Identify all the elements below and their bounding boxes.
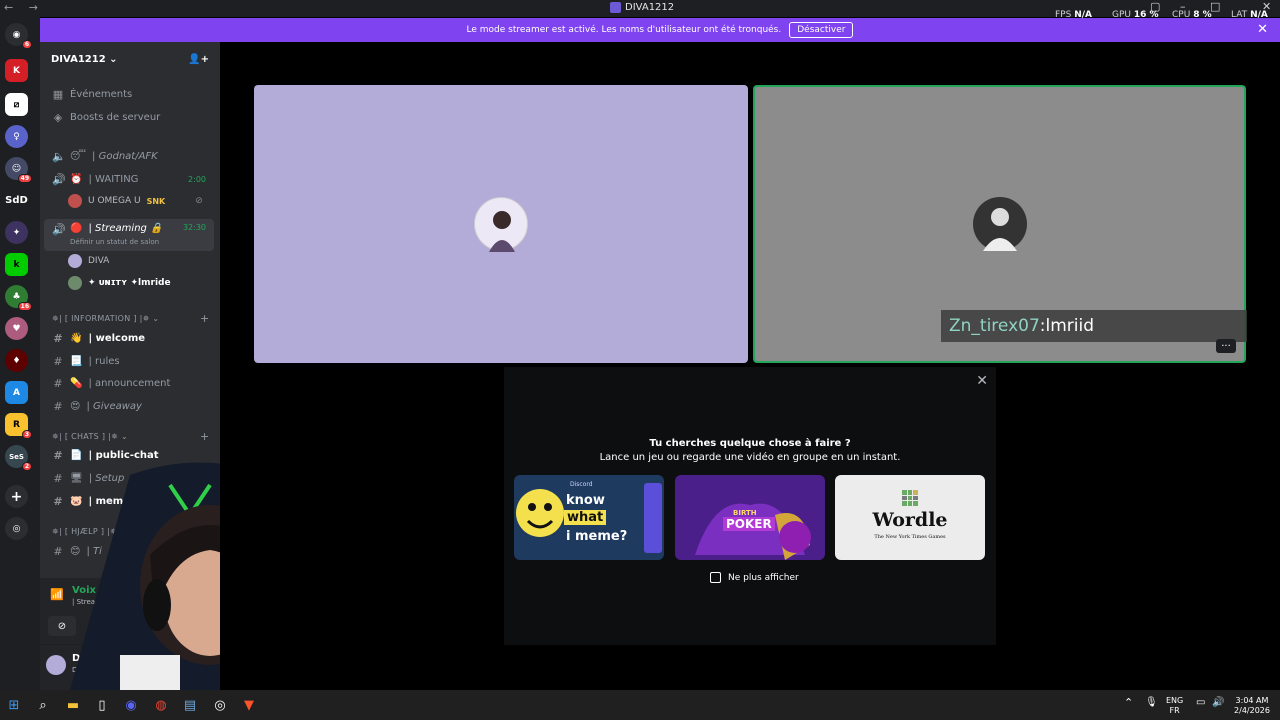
activity-subtitle: Lance un jeu ou regarde une vidéo en gro… bbox=[599, 452, 901, 463]
add-server-icon[interactable]: + bbox=[5, 485, 28, 508]
close-window-icon[interactable]: ✕ bbox=[1262, 0, 1271, 13]
streamer-mode-banner: Le mode streamer est activé. Les noms d'… bbox=[40, 18, 1280, 42]
inbox-icon[interactable]: ▢ bbox=[1150, 0, 1160, 13]
boost-icon: ◈ bbox=[53, 110, 63, 124]
events-link[interactable]: ▦ Événements bbox=[44, 84, 214, 104]
add-channel-icon[interactable]: + bbox=[200, 430, 210, 443]
channel-rules[interactable]: # 📃 | rules bbox=[44, 351, 214, 371]
video-tile-lmriid[interactable]: Zn_tirex07 : lmriid ··· bbox=[753, 85, 1247, 363]
clock[interactable]: 3:04 AM 2/4/2026 bbox=[1232, 696, 1272, 716]
minimize-icon[interactable]: – bbox=[1180, 0, 1186, 13]
speaker-icon: 🔈 bbox=[52, 149, 66, 163]
server-icon-red[interactable]: ♦ bbox=[5, 349, 28, 372]
activity-card-poker[interactable]: BIRTH POKER bbox=[675, 475, 825, 560]
windows-start-icon[interactable]: ⊞ bbox=[5, 696, 23, 714]
activity-shelf: ✕ Tu cherches quelque chose à faire ? La… bbox=[504, 367, 996, 645]
server-icon-a[interactable]: A bbox=[5, 381, 28, 404]
language-indicator[interactable]: ENG FR bbox=[1166, 696, 1183, 716]
activity-title: Tu cherches quelque chose à faire ? bbox=[649, 438, 851, 449]
disable-streamer-button[interactable]: Désactiver bbox=[789, 22, 854, 38]
server-icon-green[interactable]: ♣ 16 bbox=[5, 285, 32, 311]
boosts-link[interactable]: ◈ Boosts de serveur bbox=[44, 107, 214, 127]
hash-icon: # bbox=[53, 331, 63, 345]
server-icon-k[interactable]: K bbox=[5, 59, 28, 82]
volume-icon[interactable]: 🔊 bbox=[1212, 698, 1224, 708]
activity-card-wordle[interactable]: Wordle The New York Times Games bbox=[835, 475, 985, 560]
avatar bbox=[973, 197, 1027, 251]
taskbar: ⊞ ⌕ ▬ ▯ ◉ ◍ ▤ ◎ ▼ ⌃ 🎙 ENG FR ▭ 🔊 3:04 AM 2… bbox=[0, 690, 1280, 720]
brave-icon[interactable]: ▼ bbox=[240, 696, 258, 714]
file-explorer-icon[interactable]: ▬ bbox=[64, 696, 82, 714]
chevron-up-icon[interactable]: ⌃ bbox=[1124, 697, 1133, 708]
channel-giveaway[interactable]: # 😍 | Giveaway bbox=[44, 396, 214, 416]
calendar-icon: ▦ bbox=[52, 87, 64, 101]
server-icon-bars[interactable]: ⧄ bbox=[5, 93, 28, 116]
avatar bbox=[68, 194, 82, 208]
add-channel-icon[interactable]: + bbox=[200, 312, 210, 325]
category-information[interactable]: ✵| [ INFORMATION ] |✵ ⌄ + bbox=[52, 312, 209, 325]
speaker-active-icon: 🔊 bbox=[52, 223, 66, 236]
wordle-grid-icon bbox=[902, 490, 918, 506]
server-icon-sdd[interactable]: SdD bbox=[5, 189, 28, 212]
search-icon[interactable]: ⌕ bbox=[34, 696, 52, 714]
dont-show-again-checkbox[interactable]: Ne plus afficher bbox=[710, 572, 799, 583]
explore-icon[interactable]: ◎ bbox=[5, 517, 28, 540]
server-list: ◉ 6 K ⧄ ♀ ☺ 49 SdD ✦ k ♣ 16 ♥ ♦ A R3 SeS 2 +… bbox=[0, 17, 40, 690]
channel-status[interactable]: Définir un statut de salon bbox=[70, 238, 159, 246]
server-icon-ses[interactable]: SeS 2 bbox=[5, 445, 32, 471]
app-icon[interactable]: ▤ bbox=[181, 696, 199, 714]
muted-stream-icon: ⊘ bbox=[195, 196, 203, 206]
hash-icon: # bbox=[53, 399, 63, 413]
stream-nametag: Zn_tirex07 : lmriid bbox=[941, 310, 1247, 342]
hash-icon: # bbox=[53, 376, 63, 390]
stage-area: Zn_tirex07 : lmriid ··· ✕ Tu cherches qu… bbox=[220, 42, 1280, 690]
more-options-icon[interactable]: ··· bbox=[1216, 339, 1236, 353]
server-icon-girl[interactable]: ♥ bbox=[5, 317, 28, 340]
banner-text: Le mode streamer est activé. Les noms d'… bbox=[466, 25, 782, 35]
activity-card-know-what-i-meme[interactable]: Discord know what i meme? bbox=[514, 475, 664, 560]
channel-welcome[interactable]: # 👋 | welcome bbox=[44, 328, 214, 348]
chevron-down-icon: ⌄ bbox=[109, 53, 118, 65]
speaker-active-icon: 🔊 bbox=[52, 172, 66, 186]
invite-icon[interactable]: 👤+ bbox=[188, 54, 209, 65]
voice-user-lmride[interactable]: ✦ ᴜɴɪᴛʏ ✦lmride bbox=[68, 274, 171, 292]
voice-user-waiting[interactable]: ᑌ OMEGA ᑌ SNK ⊘ bbox=[68, 192, 203, 210]
channel-announcement[interactable]: # 💊 | announcement bbox=[44, 373, 214, 393]
title-bar: ← → DIVA1212 FPS N/A GPU 16 % CPU 8 % LA… bbox=[0, 0, 1280, 20]
avatar bbox=[68, 254, 82, 268]
chrome-icon[interactable]: ◍ bbox=[152, 696, 170, 714]
maximize-icon[interactable]: □ bbox=[1210, 0, 1220, 13]
discord-home-icon[interactable]: ◉ 6 bbox=[5, 23, 32, 49]
voice-user-diva[interactable]: DIVA bbox=[68, 252, 109, 270]
server-icon bbox=[610, 2, 621, 13]
server-icon-anime[interactable]: ☺ 49 bbox=[5, 157, 32, 183]
avatar bbox=[474, 197, 528, 252]
microphone-icon[interactable]: 🎙 bbox=[1145, 698, 1158, 708]
close-banner-icon[interactable]: ✕ bbox=[1257, 22, 1268, 37]
voice-channel-streaming[interactable]: 🔊 🔴 | Streaming 🔒 32:30 bbox=[44, 219, 214, 251]
obs-icon[interactable]: ◎ bbox=[211, 696, 229, 714]
close-icon[interactable]: ✕ bbox=[976, 373, 988, 389]
video-tile-diva[interactable] bbox=[254, 85, 748, 363]
avatar bbox=[68, 276, 82, 290]
server-icon-diva[interactable]: ♀ bbox=[5, 125, 28, 148]
server-header[interactable]: DIVA1212 ⌄ 👤+ bbox=[40, 42, 220, 76]
server-icon-kick[interactable]: k bbox=[5, 253, 28, 276]
category-chats[interactable]: ✵| [ CHATS ] |✵ ⌄ + bbox=[52, 430, 209, 443]
window-title: DIVA1212 bbox=[610, 2, 674, 13]
server-icon-group[interactable]: ✦ bbox=[5, 221, 28, 244]
checkbox-box[interactable] bbox=[710, 572, 721, 583]
server-icon-r[interactable]: R3 bbox=[5, 413, 32, 439]
server-name: DIVA1212 bbox=[51, 53, 106, 65]
notepad-icon[interactable]: ▯ bbox=[93, 696, 111, 714]
voice-channel-afk[interactable]: 🔈 😴 | Godnat/AFK bbox=[44, 146, 214, 166]
hash-icon: # bbox=[53, 354, 63, 368]
voice-channel-waiting[interactable]: 🔊 ⏰ | WAITING 2:00 bbox=[44, 169, 214, 189]
nav-arrows-icon[interactable]: ← → bbox=[4, 1, 44, 14]
network-icon[interactable]: ▭ bbox=[1196, 698, 1205, 708]
discord-taskbar-icon[interactable]: ◉ bbox=[122, 696, 140, 714]
